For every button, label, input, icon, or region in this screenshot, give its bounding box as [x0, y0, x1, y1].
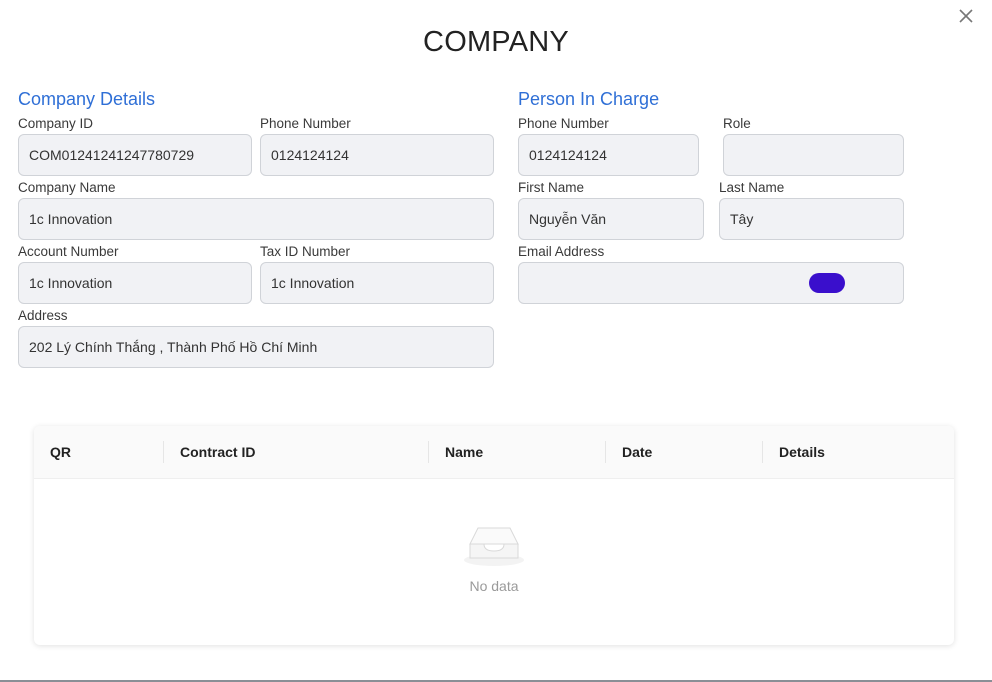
close-button[interactable]: [956, 6, 976, 26]
close-icon: [959, 9, 973, 23]
role-label: Role: [723, 116, 751, 131]
contracts-table: QR Contract ID Name Date Details No data: [34, 426, 954, 645]
last-name-field[interactable]: [719, 198, 904, 240]
column-header-name[interactable]: Name: [445, 426, 483, 478]
address-label: Address: [18, 308, 68, 323]
first-name-field[interactable]: [518, 198, 704, 240]
company-name-field[interactable]: [18, 198, 494, 240]
column-header-qr[interactable]: QR: [50, 426, 71, 478]
company-phone-label: Phone Number: [260, 116, 351, 131]
tax-id-label: Tax ID Number: [260, 244, 351, 259]
account-number-label: Account Number: [18, 244, 119, 259]
person-in-charge-heading: Person In Charge: [518, 89, 660, 109]
company-id-field[interactable]: [18, 134, 252, 176]
column-separator: [163, 441, 164, 463]
person-phone-field[interactable]: [518, 134, 699, 176]
modal-title: COMPANY: [423, 26, 569, 58]
last-name-label: Last Name: [719, 180, 785, 195]
email-field[interactable]: [518, 262, 904, 304]
column-separator: [605, 441, 606, 463]
first-name-label: First Name: [518, 180, 585, 195]
company-phone-field[interactable]: [260, 134, 494, 176]
column-header-details[interactable]: Details: [779, 426, 825, 478]
address-field[interactable]: [18, 326, 494, 368]
account-number-field[interactable]: [18, 262, 252, 304]
person-phone-label: Phone Number: [518, 116, 609, 131]
role-field[interactable]: [723, 134, 904, 176]
empty-inbox-icon: [464, 527, 524, 566]
table-header: QR Contract ID Name Date Details: [34, 426, 954, 479]
tax-id-field[interactable]: [260, 262, 494, 304]
empty-state-text: No data: [469, 578, 519, 594]
column-header-contract-id[interactable]: Contract ID: [180, 426, 255, 478]
redaction-mark: [809, 273, 845, 293]
column-header-date[interactable]: Date: [622, 426, 652, 478]
company-details-heading: Company Details: [18, 89, 156, 109]
column-separator: [762, 441, 763, 463]
email-label: Email Address: [518, 244, 605, 259]
column-separator: [428, 441, 429, 463]
company-name-label: Company Name: [18, 180, 116, 195]
company-id-label: Company ID: [18, 116, 94, 131]
